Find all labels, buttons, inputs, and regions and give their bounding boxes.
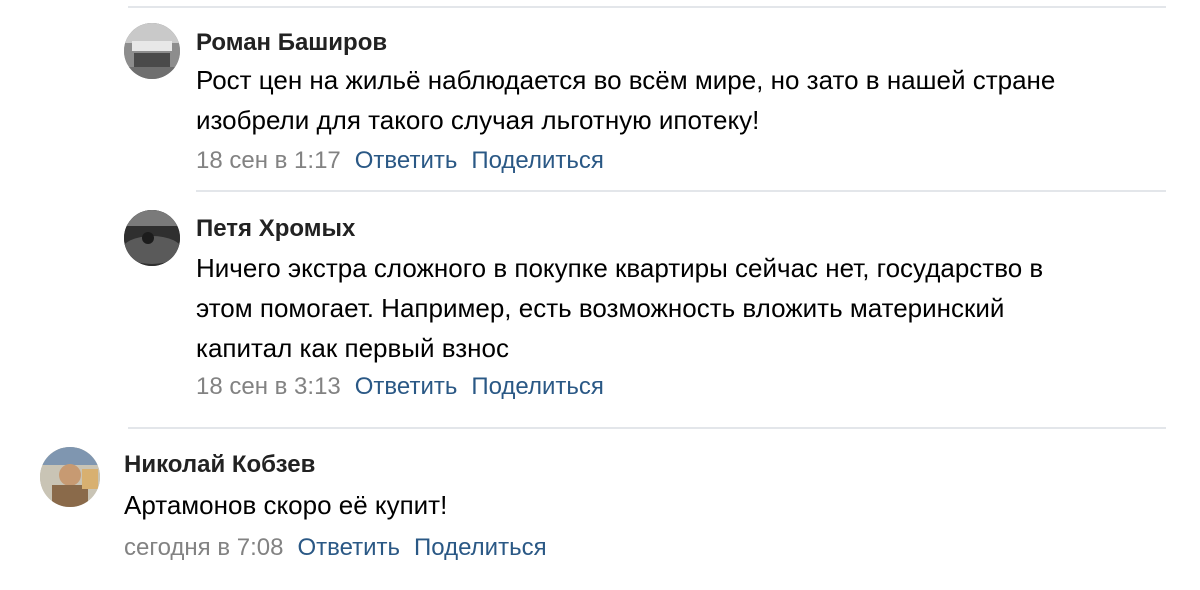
comment-text-line: Артамонов скоро её купит! [124,490,448,520]
comment-meta: сегодня в 7:08 Ответить Поделиться [124,533,547,563]
reply-button[interactable]: Ответить [297,534,400,561]
comment-author[interactable]: Николай Кобзев [124,450,315,480]
comment-date[interactable]: сегодня в 7:08 [124,534,283,561]
share-button[interactable]: Поделиться [414,534,547,561]
avatar[interactable] [40,447,100,507]
comment-item: Николай Кобзев Артамонов скоро её купит!… [0,0,1200,590]
